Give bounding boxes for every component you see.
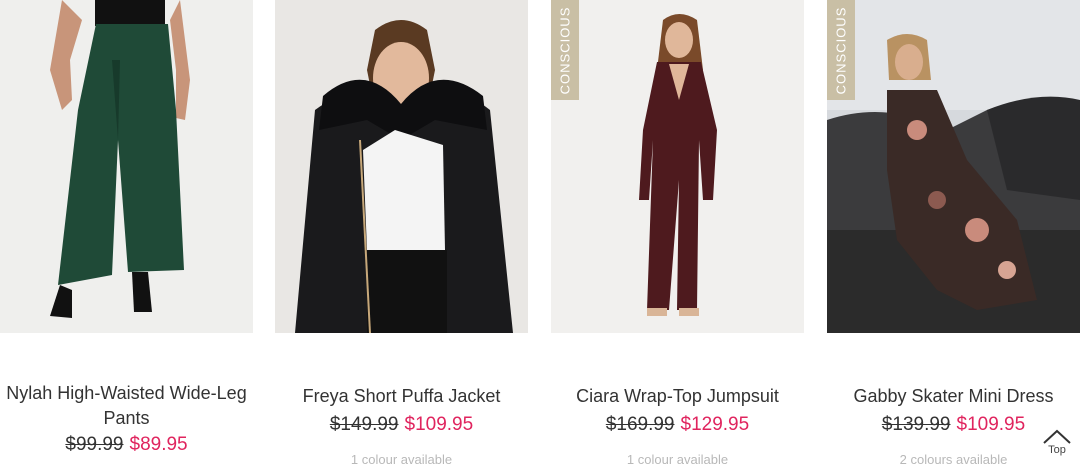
product-prices: $149.99 $109.95 xyxy=(275,413,528,437)
sale-price: $89.95 xyxy=(129,434,188,455)
product-card[interactable]: CONSCIOUS Gabby Skater Mini Dress $139.9… xyxy=(827,0,1080,469)
product-grid: Nylah High-Waisted Wide-Leg Pants $99.99… xyxy=(0,0,1080,469)
product-card[interactable]: CONSCIOUS Ciara Wrap-Top Jumpsuit $169.9… xyxy=(551,0,804,469)
conscious-badge: CONSCIOUS xyxy=(551,0,579,100)
product-image-puffa-jacket[interactable] xyxy=(275,0,528,333)
original-price: $169.99 xyxy=(605,414,675,435)
sale-price: $129.95 xyxy=(680,414,750,435)
product-image-green-pants[interactable] xyxy=(0,0,253,333)
product-info: Freya Short Puffa Jacket $149.99 $109.95 xyxy=(275,384,528,437)
chevron-up-icon xyxy=(1043,429,1071,444)
product-info: Nylah High-Waisted Wide-Leg Pants $99.99… xyxy=(0,381,253,457)
product-info: Ciara Wrap-Top Jumpsuit $169.99 $129.95 xyxy=(551,384,804,437)
original-price: $139.99 xyxy=(881,414,951,435)
product-name[interactable]: Gabby Skater Mini Dress xyxy=(827,384,1080,409)
colours-available: 1 colour available xyxy=(626,452,729,467)
product-name[interactable]: Freya Short Puffa Jacket xyxy=(275,384,528,409)
product-prices: $169.99 $129.95 xyxy=(551,413,804,437)
sale-price: $109.95 xyxy=(404,414,474,435)
original-price: $99.99 xyxy=(65,434,124,455)
product-name[interactable]: Ciara Wrap-Top Jumpsuit xyxy=(551,384,804,409)
original-price: $149.99 xyxy=(329,414,399,435)
product-card[interactable]: Nylah High-Waisted Wide-Leg Pants $99.99… xyxy=(0,0,253,469)
back-to-top-button[interactable]: Top xyxy=(1040,428,1074,468)
conscious-badge: CONSCIOUS xyxy=(827,0,855,100)
sale-price: $109.95 xyxy=(956,414,1026,435)
product-image-jumpsuit[interactable]: CONSCIOUS xyxy=(551,0,804,333)
product-name[interactable]: Nylah High-Waisted Wide-Leg Pants xyxy=(0,381,253,431)
colours-available: 1 colour available xyxy=(350,452,453,467)
product-image-floral-dress[interactable]: CONSCIOUS xyxy=(827,0,1080,333)
product-card[interactable]: Freya Short Puffa Jacket $149.99 $109.95 … xyxy=(275,0,528,469)
product-prices: $99.99 $89.95 xyxy=(0,433,253,457)
back-to-top-label: Top xyxy=(1048,444,1066,456)
